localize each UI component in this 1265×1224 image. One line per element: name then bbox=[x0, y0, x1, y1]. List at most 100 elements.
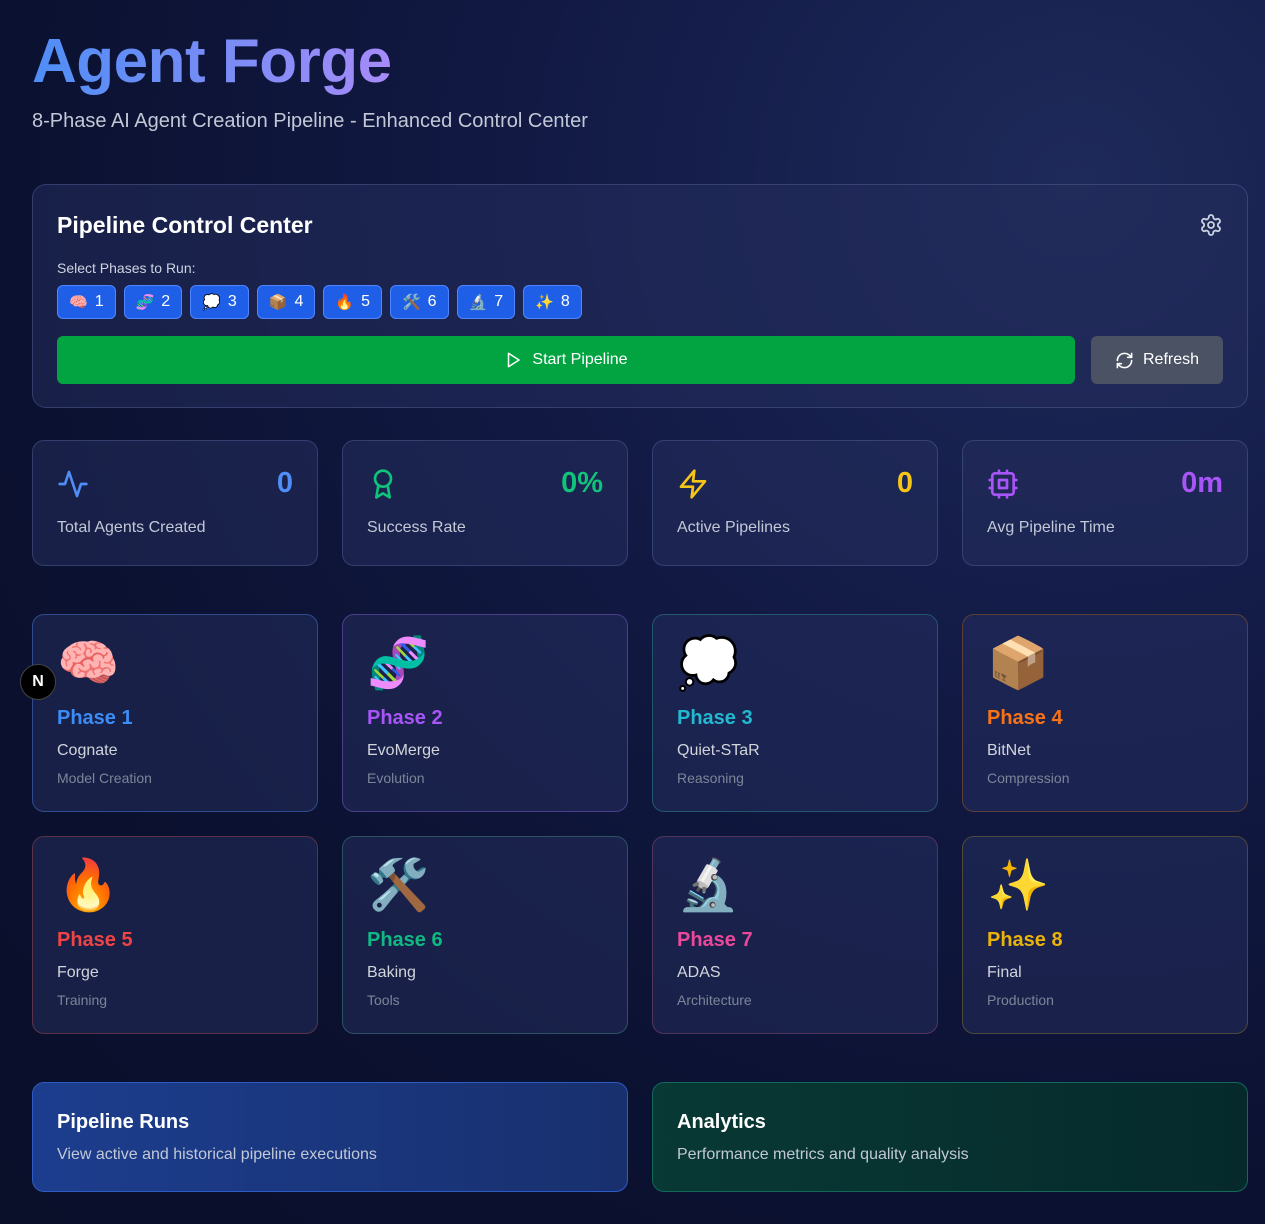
analytics-description: Performance metrics and quality analysis bbox=[677, 1146, 969, 1163]
phase-name: Phase 8 bbox=[987, 929, 1063, 951]
stat-total-agents: 0 Total Agents Created bbox=[32, 440, 318, 566]
page-title: Agent Forge bbox=[32, 27, 392, 96]
phase-subtitle: ADAS bbox=[677, 964, 721, 981]
phase-subtitle: BitNet bbox=[987, 742, 1031, 759]
gear-icon[interactable] bbox=[1199, 213, 1223, 237]
control-center-title: Pipeline Control Center bbox=[57, 212, 313, 238]
chip-label: 1 bbox=[94, 293, 104, 310]
phase-category: Architecture bbox=[677, 992, 752, 1008]
tools-icon: 🛠️ bbox=[401, 294, 421, 311]
start-pipeline-button[interactable]: Start Pipeline bbox=[57, 336, 1075, 384]
dna-icon: 🧬 bbox=[135, 294, 155, 311]
phase-name: Phase 3 bbox=[677, 707, 753, 729]
phase-chip-6[interactable]: 🛠️ 6 bbox=[389, 285, 449, 319]
phase-name: Phase 6 bbox=[367, 929, 443, 951]
phase-subtitle: Cognate bbox=[57, 742, 118, 759]
chip-label: 2 bbox=[161, 293, 171, 310]
dna-icon: 🧬 bbox=[367, 635, 430, 691]
phase-card-3[interactable]: 💭 Phase 3 Quiet-STaR Reasoning bbox=[652, 614, 938, 812]
stat-value: 0m bbox=[1181, 467, 1223, 499]
tools-icon: 🛠️ bbox=[367, 857, 430, 913]
phase-chip-8[interactable]: ✨ 8 bbox=[523, 285, 582, 319]
phase-chip-7[interactable]: 🔬 7 bbox=[456, 285, 516, 319]
dev-tools-badge[interactable]: N bbox=[20, 664, 56, 700]
phase-chip-group: 🧠 1 🧬 2 💭 3 📦 4 🔥 5 🛠️ 6 🔬 7 ✨ 8 bbox=[57, 285, 582, 319]
refresh-icon bbox=[1116, 352, 1133, 368]
phase-grid: 🧠 Phase 1 Cognate Model Creation 🧬 Phase… bbox=[32, 614, 1248, 1034]
stat-label: Active Pipelines bbox=[677, 519, 790, 536]
phase-chip-3[interactable]: 💭 3 bbox=[190, 285, 249, 319]
pipeline-runs-title: Pipeline Runs bbox=[57, 1111, 190, 1133]
chip-label: 5 bbox=[361, 293, 370, 310]
phase-name: Phase 5 bbox=[57, 929, 133, 951]
brain-icon: 🧠 bbox=[69, 294, 88, 311]
phase-name: Phase 1 bbox=[57, 707, 133, 729]
start-pipeline-label: Start Pipeline bbox=[532, 351, 628, 368]
phase-subtitle: EvoMerge bbox=[367, 742, 440, 759]
select-phases-label: Select Phases to Run: bbox=[57, 260, 196, 276]
chip-label: 7 bbox=[494, 293, 504, 310]
phase-subtitle: Forge bbox=[57, 964, 99, 981]
refresh-button[interactable]: Refresh bbox=[1091, 336, 1223, 384]
phase-category: Reasoning bbox=[677, 770, 744, 786]
phase-category: Evolution bbox=[367, 770, 425, 786]
award-icon bbox=[373, 469, 393, 499]
analytics-title: Analytics bbox=[677, 1111, 766, 1133]
chip-label: 6 bbox=[427, 293, 437, 310]
phase-category: Training bbox=[57, 992, 108, 1008]
stat-label: Success Rate bbox=[367, 519, 466, 536]
page-subtitle: 8-Phase AI Agent Creation Pipeline - Enh… bbox=[32, 110, 588, 132]
phase-card-2[interactable]: 🧬 Phase 2 EvoMerge Evolution bbox=[342, 614, 628, 812]
thought-bubble-icon: 💭 bbox=[202, 294, 221, 311]
chip-label: 3 bbox=[227, 293, 237, 310]
package-icon: 📦 bbox=[268, 294, 288, 311]
phase-category: Tools bbox=[367, 992, 400, 1008]
phase-name: Phase 7 bbox=[677, 929, 753, 951]
phase-name: Phase 2 bbox=[367, 707, 443, 729]
phase-card-1[interactable]: 🧠 Phase 1 Cognate Model Creation bbox=[32, 614, 318, 812]
phase-chip-4[interactable]: 📦 4 bbox=[256, 285, 316, 319]
activity-icon bbox=[58, 470, 88, 498]
stat-label: Avg Pipeline Time bbox=[987, 519, 1115, 536]
fire-icon: 🔥 bbox=[57, 857, 120, 913]
cpu-icon bbox=[988, 469, 1018, 499]
phase-name: Phase 4 bbox=[987, 707, 1063, 729]
phase-category: Model Creation bbox=[57, 770, 152, 786]
pipeline-control-center: Pipeline Control Center Select Phases to… bbox=[32, 184, 1248, 408]
pipeline-runs-description: View active and historical pipeline exec… bbox=[57, 1146, 377, 1163]
phase-chip-5[interactable]: 🔥 5 bbox=[323, 285, 382, 319]
phase-card-6[interactable]: 🛠️ Phase 6 Baking Tools bbox=[342, 836, 628, 1034]
chip-label: 8 bbox=[560, 293, 570, 310]
stat-label: Total Agents Created bbox=[57, 519, 206, 536]
pipeline-runs-card[interactable]: Pipeline Runs View active and historical… bbox=[32, 1082, 628, 1192]
refresh-label: Refresh bbox=[1142, 351, 1200, 368]
phase-chip-2[interactable]: 🧬 2 bbox=[123, 285, 183, 319]
phase-subtitle: Quiet-STaR bbox=[677, 742, 760, 759]
stats-row: 0 Total Agents Created 0% Success Rate 0… bbox=[32, 440, 1248, 566]
phase-card-8[interactable]: ✨ Phase 8 Final Production bbox=[962, 836, 1248, 1034]
stat-value: 0% bbox=[561, 467, 603, 499]
thought-bubble-icon: 💭 bbox=[677, 635, 740, 691]
microscope-icon: 🔬 bbox=[677, 857, 740, 913]
microscope-icon: 🔬 bbox=[468, 294, 488, 311]
zap-icon bbox=[679, 469, 707, 499]
stat-avg-pipeline-time: 0m Avg Pipeline Time bbox=[962, 440, 1248, 566]
phase-subtitle: Baking bbox=[367, 964, 416, 981]
phase-card-4[interactable]: 📦 Phase 4 BitNet Compression bbox=[962, 614, 1248, 812]
phase-category: Compression bbox=[987, 770, 1070, 786]
phase-card-7[interactable]: 🔬 Phase 7 ADAS Architecture bbox=[652, 836, 938, 1034]
bottom-links: Pipeline Runs View active and historical… bbox=[32, 1082, 1248, 1192]
phase-chip-1[interactable]: 🧠 1 bbox=[57, 285, 116, 319]
sparkles-icon: ✨ bbox=[535, 294, 554, 311]
sparkles-icon: ✨ bbox=[987, 857, 1050, 913]
brain-icon: 🧠 bbox=[57, 635, 120, 691]
analytics-card[interactable]: Analytics Performance metrics and qualit… bbox=[652, 1082, 1248, 1192]
stat-value: 0 bbox=[276, 467, 293, 499]
phase-card-5[interactable]: 🔥 Phase 5 Forge Training bbox=[32, 836, 318, 1034]
package-icon: 📦 bbox=[987, 635, 1050, 691]
stat-value: 0 bbox=[896, 467, 913, 499]
chip-label: 4 bbox=[294, 293, 304, 310]
phase-subtitle: Final bbox=[987, 964, 1022, 981]
stat-active-pipelines: 0 Active Pipelines bbox=[652, 440, 938, 566]
stat-success-rate: 0% Success Rate bbox=[342, 440, 628, 566]
